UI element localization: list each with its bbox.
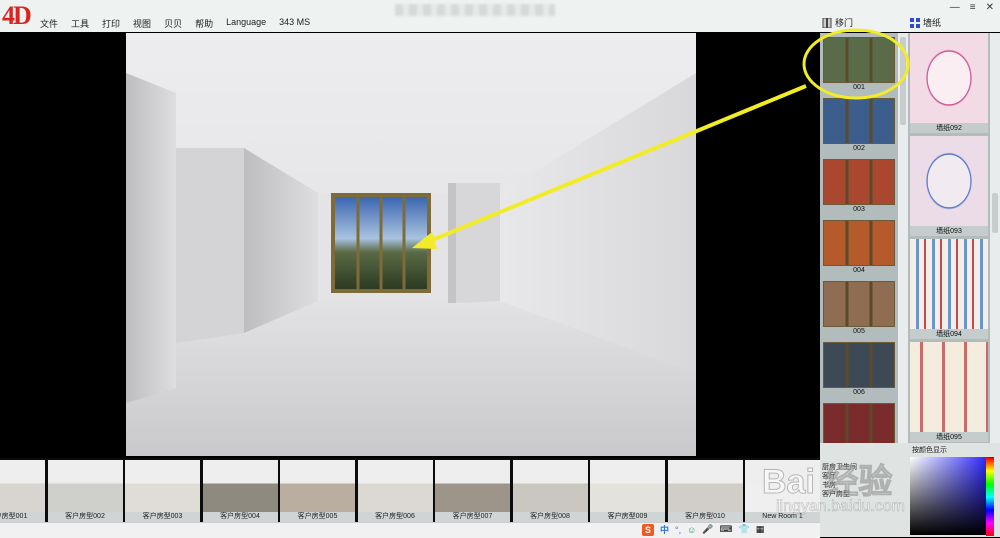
annotation-arrowhead	[412, 232, 437, 249]
watermark-url: jingyan.baidu.com	[776, 498, 905, 516]
highlight-circle	[802, 28, 910, 100]
watermark-text: Bai 经验	[761, 463, 893, 502]
annotation-arrow	[424, 84, 807, 245]
baidu-watermark: Bai 经验 jingyan.baidu.com	[752, 448, 962, 528]
